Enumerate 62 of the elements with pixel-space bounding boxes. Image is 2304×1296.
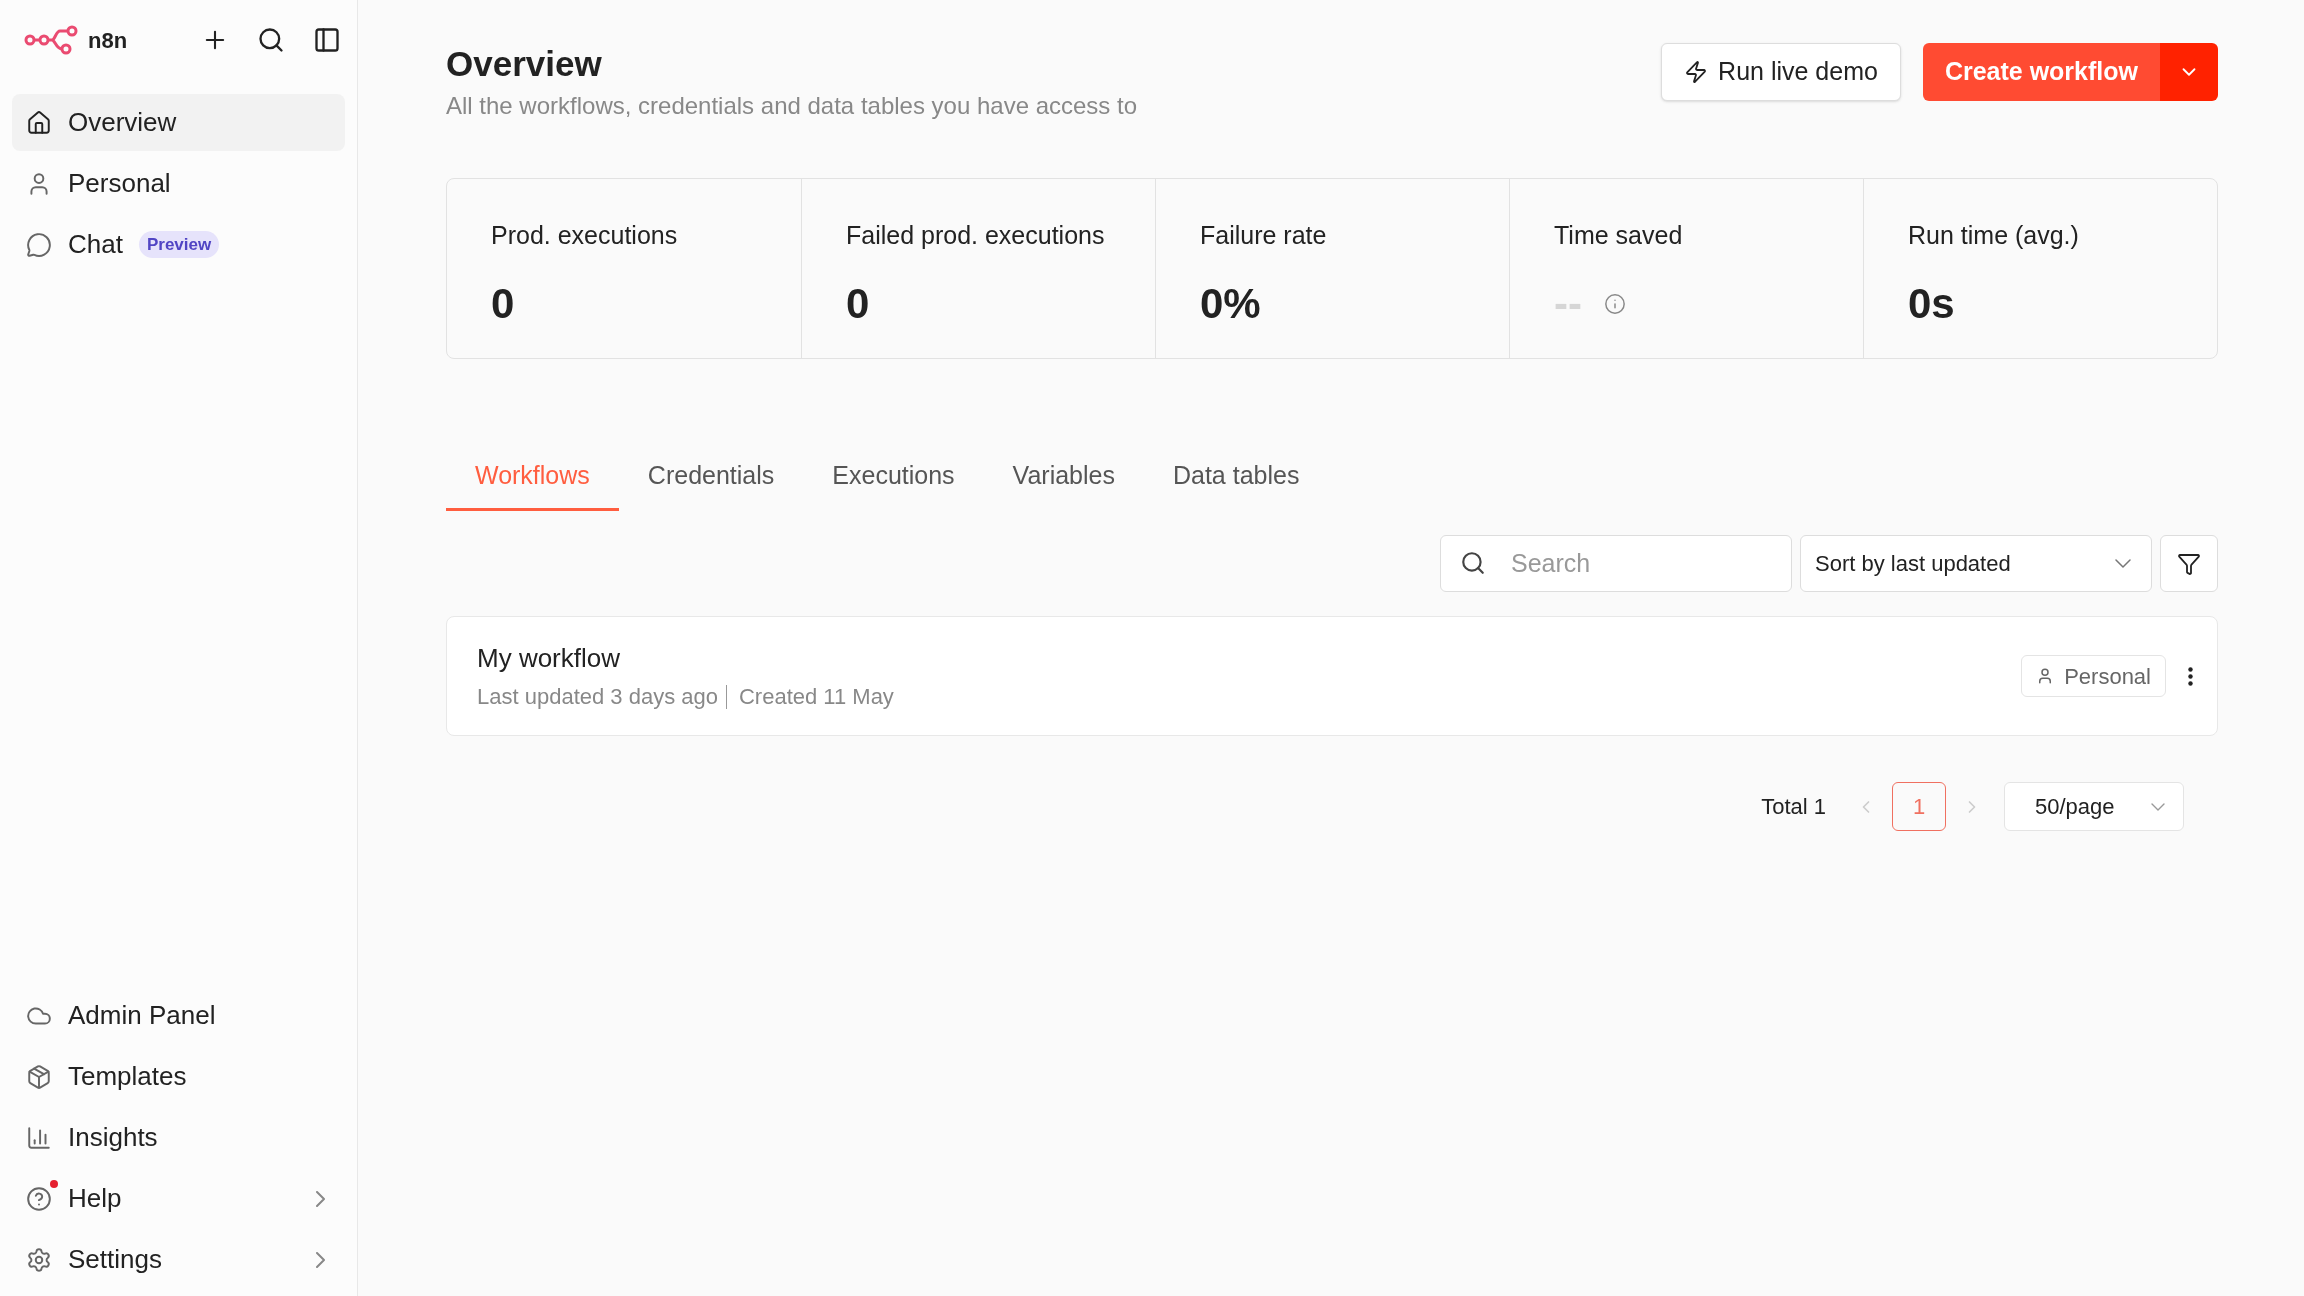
sidebar-item-label: Personal <box>68 167 171 200</box>
sidebar-item[interactable]: Templates <box>12 1046 345 1107</box>
search-field[interactable]: Search <box>1440 535 1792 593</box>
stat-value: 0 <box>846 279 870 330</box>
search-icon <box>1460 550 1486 577</box>
filter-icon <box>2177 551 2201 576</box>
home-icon <box>26 109 52 136</box>
workflow-card[interactable]: My workflow Last updated 3 days ago Created 11 May Personal <box>446 616 2218 737</box>
package-icon <box>26 1063 52 1090</box>
sidebar-item[interactable]: Settings <box>12 1229 345 1290</box>
sidebar-item-label: Templates <box>68 1060 187 1093</box>
sort-dropdown[interactable]: Sort by last updated <box>1800 535 2152 593</box>
sidebar-item-label: Chat <box>68 228 123 261</box>
stat-label: Time saved <box>1554 219 1684 251</box>
tab[interactable]: Variables <box>983 456 1144 512</box>
chat-bubble-icon <box>26 231 52 258</box>
sidebar-item[interactable]: Overview <box>12 94 345 151</box>
page-subtitle: All the workflows, credentials and data tables you have access to <box>446 90 1138 121</box>
sidebar-item-label: Insights <box>68 1121 158 1154</box>
bar-chart-icon <box>26 1124 52 1151</box>
stat-label: Failed prod. executions <box>846 219 1106 251</box>
sidebar-item-label: Help <box>68 1182 122 1215</box>
tab[interactable]: Credentials <box>618 456 804 512</box>
sidebar-item[interactable]: Personal <box>12 155 345 212</box>
sidebar-item-label: Settings <box>68 1243 162 1276</box>
preview-tag: Preview <box>138 230 220 259</box>
stat-value: 0 <box>491 279 515 330</box>
settings-icon <box>26 1246 52 1273</box>
page-size-dropdown[interactable]: 50/page <box>2004 782 2184 832</box>
stat-label: Prod. executions <box>491 219 679 251</box>
sidebar-item-label: Admin Panel <box>68 999 216 1032</box>
workflow-updated: Last updated 3 days ago <box>477 683 718 712</box>
help-icon <box>26 1185 52 1212</box>
stat-value: 0% <box>1200 279 1261 330</box>
lightning-icon <box>1684 60 1709 84</box>
sidebar-item[interactable]: Insights <box>12 1107 345 1168</box>
owner-tag: Personal <box>2021 655 2166 698</box>
chevron-down-icon <box>2115 559 2131 569</box>
workflow-created: Created 11 May <box>738 683 894 712</box>
search-button[interactable] <box>257 26 285 54</box>
sidebar-item-label: Overview <box>68 106 177 139</box>
page-title: Overview <box>446 43 603 85</box>
sidebar-item[interactable]: Help <box>12 1168 345 1229</box>
stat-label: Failure rate <box>1200 219 1328 251</box>
filter-button[interactable] <box>2160 535 2218 593</box>
logo-icon <box>24 25 80 55</box>
more-options-button[interactable] <box>2188 666 2193 686</box>
sidebar-toggle-button[interactable] <box>313 26 341 54</box>
info-icon[interactable] <box>1604 292 1626 315</box>
total-count: Total 1 <box>1761 793 1826 822</box>
run-demo-button[interactable]: Run live demo <box>1661 43 1901 101</box>
more-icon <box>2188 666 2193 686</box>
stat-value: 0s <box>1908 279 1955 330</box>
logo-text: n8n <box>88 26 128 55</box>
tab[interactable]: Data tables <box>1143 456 1329 512</box>
tab[interactable]: Executions <box>803 456 984 512</box>
sidebar-item[interactable]: Admin Panel <box>12 985 345 1046</box>
workflow-name: My workflow <box>477 642 621 676</box>
stat-value: -- <box>1554 279 1582 330</box>
stat-label: Run time (avg.) <box>1908 219 2080 251</box>
chevron-down-icon <box>2151 802 2165 811</box>
sidebar-item[interactable]: Chat Preview <box>12 216 345 273</box>
